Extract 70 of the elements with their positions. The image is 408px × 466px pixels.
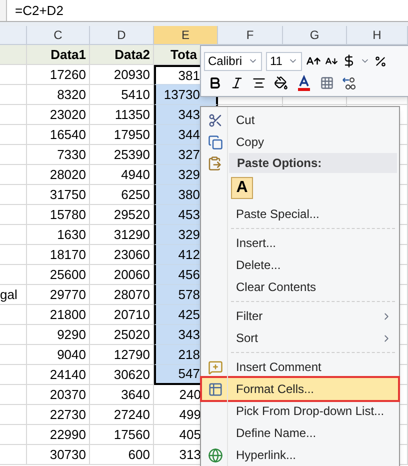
borders-icon[interactable] xyxy=(320,76,334,90)
table-cell-text: 31750 xyxy=(50,186,86,204)
table-cell-text: 28020 xyxy=(50,166,86,184)
table-cell-text: 25390 xyxy=(114,146,150,164)
table-cell-text: 23020 xyxy=(50,106,86,124)
font-dropdown[interactable]: Calibri xyxy=(204,52,262,70)
table-cell-text: 20710 xyxy=(114,306,150,324)
table-cell-text: 7330 xyxy=(57,146,86,164)
column-title: Data1 xyxy=(50,46,86,64)
table-cell-text: 21800 xyxy=(50,306,86,324)
table-cell-text: 6250 xyxy=(121,186,150,204)
table-cell-text: 29520 xyxy=(114,206,150,224)
table-cell-text: 23060 xyxy=(114,246,150,264)
table-cell-text: 9040 xyxy=(57,346,86,364)
table-cell-text: 1630 xyxy=(57,226,86,244)
table-cell-text: 20930 xyxy=(114,66,150,84)
table-cell-text: 3640 xyxy=(121,386,150,404)
table-cell-text: 17260 xyxy=(50,66,86,84)
table-cell-text: 29770 xyxy=(50,286,86,304)
decimal-icon[interactable] xyxy=(342,76,356,90)
table-cell-text: 600 xyxy=(128,446,150,464)
table-cell-text: 18170 xyxy=(50,246,86,264)
table-cell-text: 16540 xyxy=(50,126,86,144)
table-cell-text: 20060 xyxy=(114,266,150,284)
paste-button[interactable]: A xyxy=(231,177,253,199)
table-icon xyxy=(208,382,222,396)
table-cell-text: 31290 xyxy=(114,226,150,244)
table-cell-text: 30730 xyxy=(50,446,86,464)
fill-color-icon[interactable] xyxy=(274,76,288,90)
table-cell-text: 4940 xyxy=(121,166,150,184)
table-cell-text: 8320 xyxy=(57,86,86,104)
table-cell-text: 25020 xyxy=(114,326,150,344)
column-header[interactable]: C xyxy=(27,26,90,44)
table-cell-text: 22730 xyxy=(50,406,86,424)
column-header[interactable]: G xyxy=(283,26,347,44)
menu-item[interactable]: Format Cells... xyxy=(202,378,398,400)
table-cell-text: 12790 xyxy=(114,346,150,364)
currency-icon[interactable] xyxy=(342,54,356,68)
copy-icon xyxy=(208,134,222,150)
table-cell-text: 11350 xyxy=(114,106,150,124)
column-header[interactable]: F xyxy=(218,26,283,44)
column-title: Tota xyxy=(170,46,197,64)
scissors-icon xyxy=(208,112,222,128)
table-cell-text: 30620 xyxy=(114,366,150,384)
table-cell-text: 25600 xyxy=(50,266,86,284)
column-header[interactable]: H xyxy=(347,26,408,44)
globe-icon xyxy=(208,448,222,462)
percent-icon[interactable] xyxy=(374,54,387,68)
table-cell-text: 15780 xyxy=(50,206,86,224)
table-cell-text: 20370 xyxy=(50,386,86,404)
table-cell-text: 24140 xyxy=(50,366,86,384)
font-size-dropdown[interactable]: 11 xyxy=(266,52,302,70)
bold-icon[interactable] xyxy=(208,76,222,90)
clipboard-icon xyxy=(206,156,222,170)
note-icon xyxy=(208,360,222,374)
italic-icon[interactable] xyxy=(230,76,244,90)
table-cell-text: 17560 xyxy=(114,426,150,444)
table-cell-text: 5410 xyxy=(121,86,150,104)
align-center-icon[interactable] xyxy=(252,76,266,90)
formula-field[interactable]: =C2+D2 xyxy=(6,0,408,21)
table-cell-text: 28070 xyxy=(114,286,150,304)
paste-options-heading: Paste Options: xyxy=(229,153,397,173)
table-cell-text: 17950 xyxy=(114,126,150,144)
column-header[interactable]: E xyxy=(154,26,218,44)
table-cell-text: 9290 xyxy=(57,326,86,344)
table-cell-text: 22990 xyxy=(50,426,86,444)
column-title: Data2 xyxy=(114,46,150,64)
table-cell-text: 27240 xyxy=(114,406,150,424)
table-cell-text: gal xyxy=(0,286,18,304)
font-color-icon[interactable] xyxy=(296,74,312,90)
